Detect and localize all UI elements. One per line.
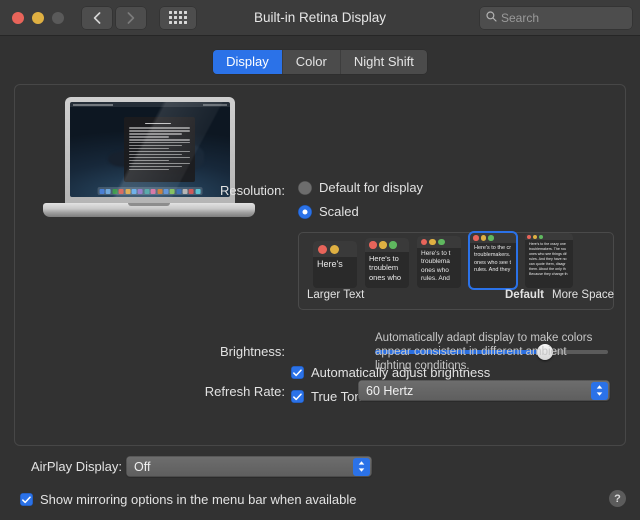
chevron-up-down-icon xyxy=(353,458,370,476)
search-icon xyxy=(486,9,501,27)
refresh-rate-select[interactable]: 60 Hertz xyxy=(358,380,610,401)
resolution-thumbnail-large-text[interactable]: Here's totroublemones who xyxy=(365,238,409,288)
thumbnail-window-dots xyxy=(470,233,516,243)
thumbnail-sample-text: Here's to the crazy onetroublemakers. Th… xyxy=(525,240,573,280)
radio-button-unselected-icon xyxy=(298,181,312,195)
search-input[interactable] xyxy=(501,11,626,25)
radio-default-for-display-label: Default for display xyxy=(319,180,423,195)
thumbnail-window-dots xyxy=(313,241,357,257)
resolution-thumbnail-larger-text[interactable]: Here's xyxy=(313,241,357,288)
radio-button-selected-icon xyxy=(298,205,312,219)
show-all-grid-icon xyxy=(169,11,187,24)
help-button[interactable]: ? xyxy=(609,490,626,507)
checkbox-checked-icon xyxy=(291,390,304,403)
close-button[interactable] xyxy=(12,12,24,24)
airplay-display-select[interactable]: Off xyxy=(126,456,372,477)
resolution-thumbnail-default[interactable]: Here's to the crtroublemakers.ones who s… xyxy=(470,233,516,288)
display-settings-panel: Resolution: Default for display Scaled H… xyxy=(14,84,626,446)
display-preferences-window: Built-in Retina Display Display Color Ni… xyxy=(0,0,640,520)
chevron-right-icon xyxy=(127,12,135,24)
thumbnail-window-dots xyxy=(417,236,461,248)
checkbox-checked-icon xyxy=(20,493,33,506)
thumbnail-window-dots xyxy=(525,233,573,240)
true-tone-description: Automatically adapt display to make colo… xyxy=(375,331,603,373)
radio-scaled[interactable]: Scaled xyxy=(298,204,359,219)
traffic-light-buttons xyxy=(12,12,64,24)
thumbnail-sample-text: Here's to the crtroublemakers.ones who s… xyxy=(470,243,516,278)
preview-text-window xyxy=(124,117,194,182)
scale-label-larger-text: Larger Text xyxy=(307,289,364,301)
radio-scaled-label: Scaled xyxy=(319,204,359,219)
resolution-thumbnail-medium-text[interactable]: Here's to ttroublemaones whorules. And xyxy=(417,236,461,288)
thumbnail-sample-text: Here's to ttroublemaones whorules. And xyxy=(417,248,461,287)
search-field[interactable] xyxy=(480,7,632,29)
tab-bar: Display Color Night Shift xyxy=(0,36,640,74)
scale-label-default: Default xyxy=(505,289,544,301)
zoom-button[interactable] xyxy=(52,12,64,24)
scale-label-more-space: More Space xyxy=(552,289,614,301)
display-preview-image xyxy=(43,95,255,225)
tab-night-shift[interactable]: Night Shift xyxy=(340,50,427,74)
minimize-button[interactable] xyxy=(32,12,44,24)
window-titlebar: Built-in Retina Display xyxy=(0,0,640,36)
airplay-display-value: Off xyxy=(126,460,150,474)
checkbox-show-mirroring-options[interactable]: Show mirroring options in the menu bar w… xyxy=(20,492,357,507)
refresh-rate-label: Refresh Rate: xyxy=(180,384,285,399)
resolution-scale-labels: Larger Text Default More Space xyxy=(299,289,613,305)
chevron-left-icon xyxy=(93,12,101,24)
macbook-base xyxy=(43,203,255,217)
radio-default-for-display[interactable]: Default for display xyxy=(298,180,423,195)
show-all-button[interactable] xyxy=(160,7,196,29)
forward-button[interactable] xyxy=(116,7,146,29)
refresh-rate-value: 60 Hertz xyxy=(358,384,413,398)
brightness-label: Brightness: xyxy=(185,344,285,359)
airplay-display-label: AirPlay Display: xyxy=(14,459,122,474)
back-button[interactable] xyxy=(82,7,112,29)
resolution-thumbnail-more-space[interactable]: Here's to the crazy onetroublemakers. Th… xyxy=(525,233,573,288)
resolution-thumbnail-list: Here'sHere's totroublemones whoHere's to… xyxy=(299,236,613,290)
thumbnail-sample-text: Here's totroublemones who xyxy=(365,252,409,286)
chevron-up-down-icon xyxy=(591,382,608,400)
resolution-scale-picker: Here'sHere's totroublemones whoHere's to… xyxy=(298,232,614,310)
tab-color[interactable]: Color xyxy=(282,50,340,74)
tab-display[interactable]: Display xyxy=(213,50,282,74)
checkbox-show-mirroring-options-label: Show mirroring options in the menu bar w… xyxy=(40,492,357,507)
navigation-buttons xyxy=(82,7,146,29)
resolution-label: Resolution: xyxy=(185,183,285,198)
checkbox-checked-icon xyxy=(291,366,304,379)
preview-menubar xyxy=(70,102,230,107)
thumbnail-window-dots xyxy=(365,238,409,252)
thumbnail-sample-text: Here's xyxy=(313,257,357,273)
